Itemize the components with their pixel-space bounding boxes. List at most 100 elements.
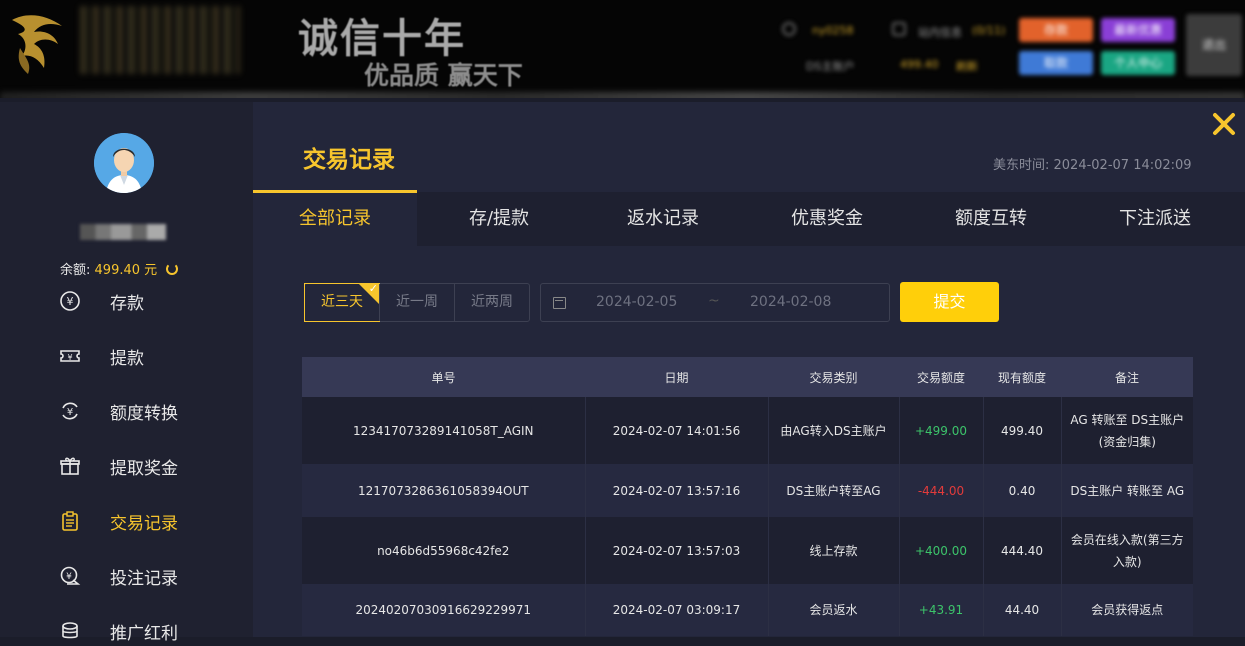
table-row: 20240207030916629229971 2024-02-07 03:09…: [302, 584, 1193, 636]
svg-text:¥: ¥: [67, 353, 72, 362]
sidebar-item-transfer[interactable]: ¥ 额度转换: [58, 396, 248, 426]
user-icon: [782, 22, 796, 36]
bet-record-icon: ¥: [58, 564, 82, 588]
tab-all-records[interactable]: 全部记录: [253, 192, 417, 246]
date-from[interactable]: 2024-02-05: [596, 294, 677, 310]
balance-line: 余额: 499.40 元: [60, 259, 179, 278]
record-tabs: 全部记录 存/提款 返水记录 优惠奖金 额度互转 下注派送: [253, 192, 1245, 246]
cell-type: 线上存款: [767, 517, 899, 584]
avatar-icon: [94, 133, 154, 193]
date-range-selector: 近三天 ✓ 近一周 近两周: [304, 282, 530, 322]
tab-promo-bonus[interactable]: 优惠奖金: [745, 192, 909, 246]
tab-bet-payout[interactable]: 下注派送: [1073, 192, 1237, 246]
col-note: 备注: [1061, 357, 1193, 397]
range-3days[interactable]: 近三天 ✓: [304, 282, 380, 322]
cell-order-no: 121707328636105839​4OUT: [302, 464, 585, 517]
cell-note: 会员在线入款(第三方入款): [1060, 517, 1193, 584]
cell-date: 2024-02-07 13:57:16: [584, 464, 768, 517]
range-1week[interactable]: 近一周: [379, 284, 454, 321]
withdraw-button[interactable]: 取款: [1019, 51, 1093, 75]
messages-label[interactable]: 站内信息: [918, 24, 962, 40]
sidebar: 余额: 499.40 元 ¥ 存款 ¥ 提款 ¥ 额度转换 提取奖金 交易记录 …: [0, 102, 253, 644]
clipboard-icon: [58, 509, 82, 533]
cell-balance: 44.40: [982, 584, 1061, 636]
sidebar-item-transactions[interactable]: 交易记录: [58, 506, 248, 536]
cell-date: 2024-02-07 13:57:03: [584, 517, 768, 584]
cell-balance: 499.40: [982, 397, 1061, 464]
account-label: DS主账户: [806, 60, 855, 73]
sidebar-item-label: 推广红利: [110, 623, 178, 644]
range-2weeks[interactable]: 近两周: [454, 284, 529, 321]
sidebar-item-withdraw[interactable]: ¥ 提款: [58, 341, 248, 371]
refresh-icon[interactable]: [166, 263, 179, 275]
submit-button[interactable]: 提交: [900, 282, 999, 322]
profile-button[interactable]: 个人中心: [1101, 51, 1175, 75]
tab-transfer[interactable]: 额度互转: [909, 192, 1073, 246]
yuan-circle-icon: ¥: [58, 289, 82, 313]
server-time: 美东时间: 2024-02-07 14:02:09: [993, 158, 1192, 173]
sidebar-item-label: 投注记录: [110, 568, 178, 589]
cell-amount: +499.00: [898, 397, 983, 464]
username-blurred: [80, 224, 166, 240]
calendar-icon: [553, 297, 566, 309]
mail-icon[interactable]: [892, 22, 906, 36]
sidebar-item-referral[interactable]: 推广红利: [58, 616, 248, 646]
col-balance: 现有额度: [983, 357, 1061, 397]
cell-order-no: 20240207030916629229971: [302, 584, 585, 636]
main-panel: 交易记录 美东时间: 2024-02-07 14:02:09 全部记录 存/提款…: [253, 102, 1245, 637]
cell-amount: +400.00: [898, 517, 983, 584]
deposit-button[interactable]: 存款: [1019, 18, 1093, 42]
tab-deposit-withdraw[interactable]: 存/提款: [417, 192, 581, 246]
sidebar-item-bets[interactable]: ¥ 投注记录: [58, 561, 248, 591]
exchange-yuan-icon: ¥: [58, 399, 82, 423]
logout-button[interactable]: 退出: [1186, 14, 1242, 76]
refresh-link[interactable]: 刷新: [956, 58, 978, 74]
col-type: 交易类别: [768, 357, 899, 397]
sidebar-item-label: 提款: [110, 348, 144, 369]
avatar: [94, 133, 154, 193]
sidebar-item-label: 交易记录: [110, 513, 178, 534]
logo-banner-blur: [80, 6, 240, 74]
tab-rebate[interactable]: 返水记录: [581, 192, 745, 246]
col-amount: 交易额度: [899, 357, 983, 397]
table-row: 123417073289141058T_AGIN 2024-02-07 14:0…: [302, 397, 1193, 464]
date-to[interactable]: 2024-02-08: [750, 294, 831, 310]
cell-amount: +43.91: [898, 584, 983, 636]
cell-note: DS主账户 转账至 AG: [1060, 464, 1193, 517]
active-tab-indicator: [253, 190, 417, 193]
username: ny0258: [812, 24, 854, 37]
cell-note: 会员获得返点: [1060, 584, 1193, 636]
sidebar-item-label: 额度转换: [110, 403, 178, 424]
cell-date: 2024-02-07 03:09:17: [584, 584, 768, 636]
col-order-no: 单号: [302, 357, 585, 397]
sidebar-item-bonus[interactable]: 提取奖金: [58, 451, 248, 481]
sidebar-item-deposit[interactable]: ¥ 存款: [58, 286, 248, 316]
gift-icon: [58, 454, 82, 478]
range-label: 近三天: [321, 294, 363, 310]
transactions-table: 单号 日期 交易类别 交易额度 现有额度 备注 1234170732891410…: [302, 357, 1193, 636]
phoenix-logo-icon[interactable]: [6, 8, 68, 78]
cell-date: 2024-02-07 14:01:56: [584, 397, 768, 464]
check-icon: ✓: [368, 282, 378, 295]
ticket-icon: ¥: [58, 344, 82, 368]
promo-button[interactable]: 最新优惠: [1101, 18, 1175, 42]
table-row: 121707328636105839​4OUT 2024-02-07 13:57…: [302, 464, 1193, 517]
sidebar-item-label: 存款: [110, 293, 144, 314]
cell-order-no: no46b6d55968c42fe2: [302, 517, 585, 584]
account-balance: 499.40: [900, 58, 939, 71]
slogan-line2: 优品质 赢天下: [364, 61, 523, 90]
table-header-row: 单号 日期 交易类别 交易额度 现有额度 备注: [302, 357, 1193, 397]
balance-value: 499.40 元: [94, 263, 158, 278]
coin-stack-icon: [58, 619, 82, 643]
date-range-input[interactable]: 2024-02-05 ~ 2024-02-08: [540, 283, 890, 322]
sidebar-item-label: 提取奖金: [110, 458, 178, 479]
cell-balance: 0.40: [982, 464, 1061, 517]
svg-text:¥: ¥: [67, 295, 74, 308]
svg-text:¥: ¥: [67, 407, 73, 418]
col-date: 日期: [585, 357, 768, 397]
close-icon[interactable]: [1210, 110, 1238, 138]
cell-order-no: 123417073289141058T_AGIN: [302, 397, 585, 464]
table-row: no46b6d55968c42fe2 2024-02-07 13:57:03 线…: [302, 517, 1193, 584]
messages-count: (0/11): [972, 24, 1006, 37]
top-header: 诚信十年 优品质 赢天下 ny0258 站内信息 (0/11) DS主账户 49…: [0, 0, 1245, 98]
